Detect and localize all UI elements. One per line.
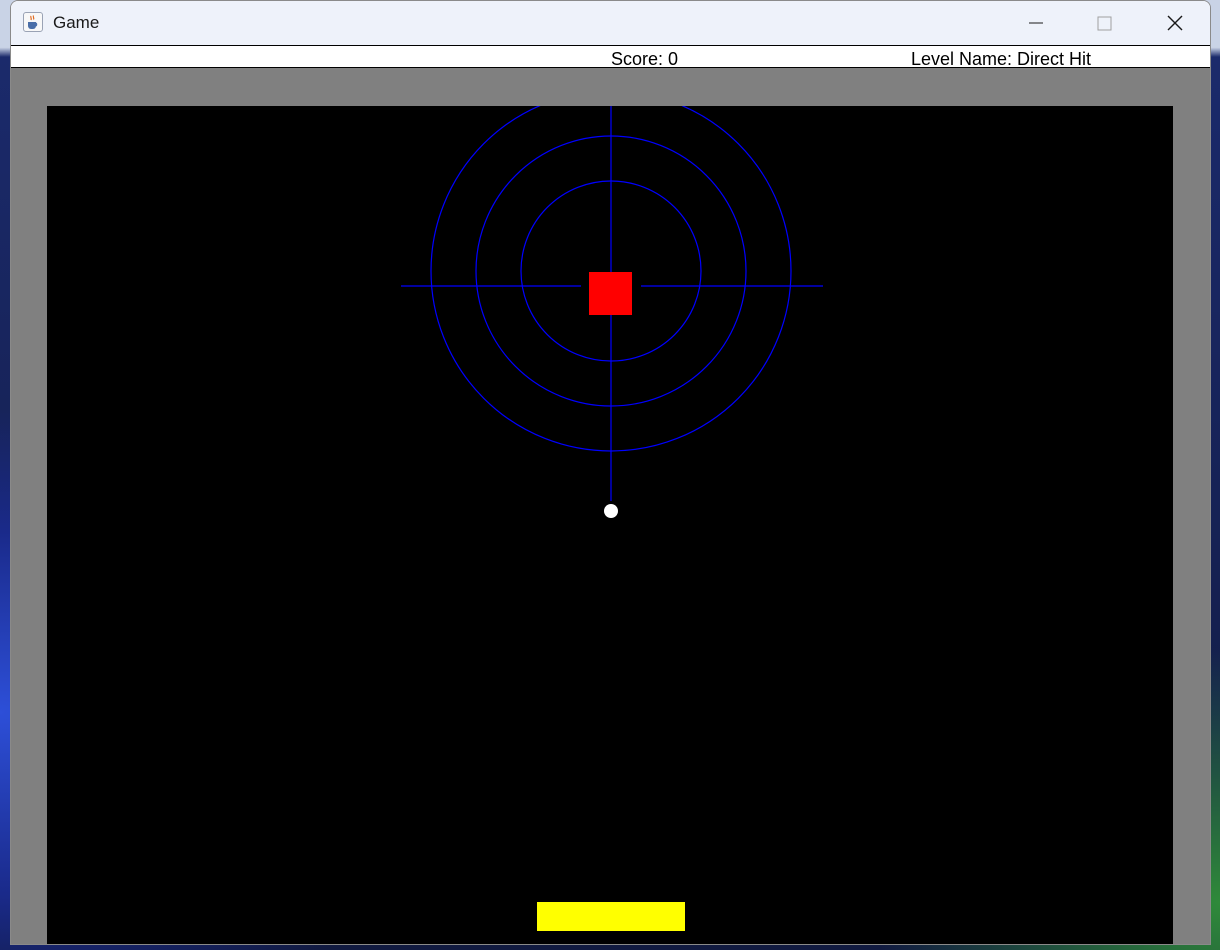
playfield-drawing: [401, 106, 823, 931]
ball: [604, 504, 618, 518]
score-bar: Score: 0 Level Name: Direct Hit: [11, 45, 1210, 69]
level-name-label: Level Name: Direct Hit: [911, 49, 1092, 69]
game-window: Game Score: 0 Level Name: Direct Hit: [10, 0, 1211, 945]
minimize-icon: [1029, 22, 1043, 24]
maximize-icon: [1097, 16, 1112, 31]
score-label: Score: 0: [611, 49, 679, 69]
paddle[interactable]: [537, 902, 685, 931]
maximize-button[interactable]: [1081, 1, 1127, 45]
playfield[interactable]: [47, 106, 1173, 944]
title-bar[interactable]: Game: [11, 1, 1210, 45]
minimize-button[interactable]: [1013, 1, 1059, 45]
java-cup-icon: [23, 12, 43, 32]
close-icon: [1167, 15, 1183, 31]
game-canvas[interactable]: [11, 68, 1210, 944]
target-block: [589, 272, 632, 315]
close-button[interactable]: [1152, 1, 1198, 45]
window-title: Game: [53, 13, 100, 32]
